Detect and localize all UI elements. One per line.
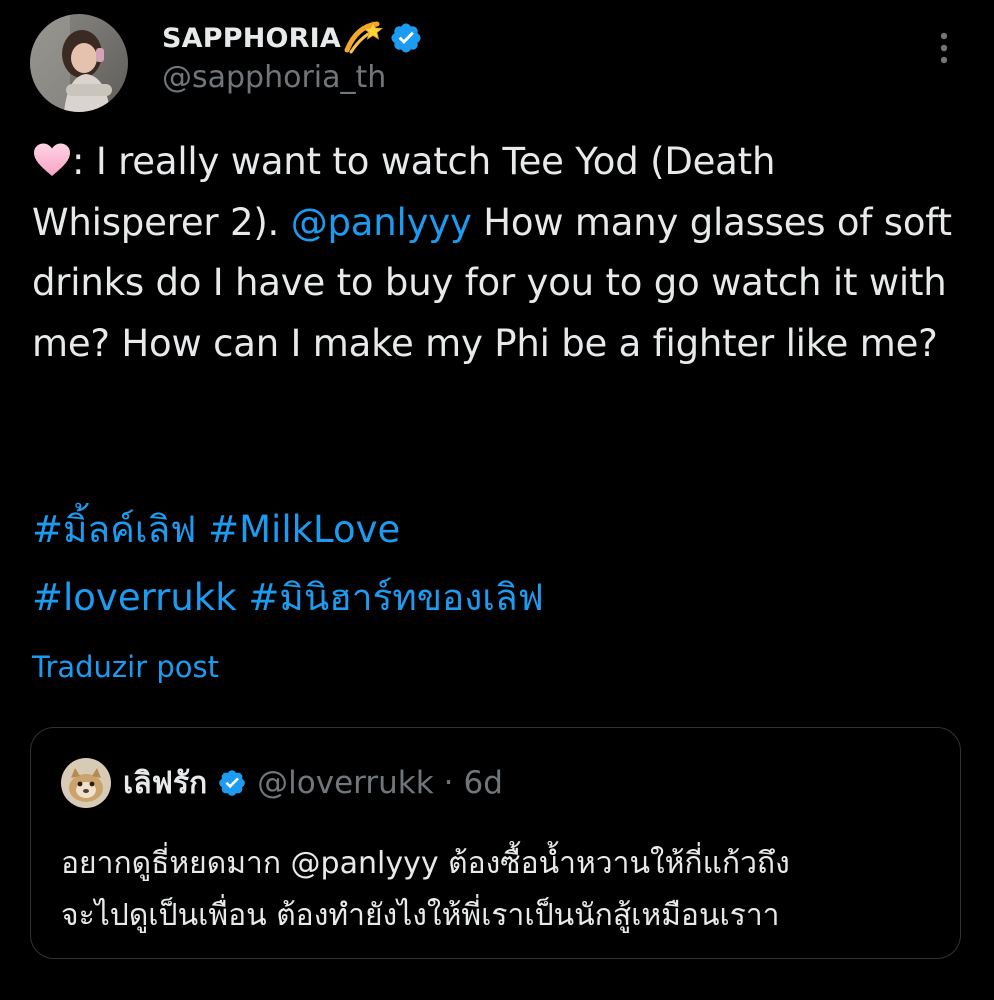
more-options-icon [940,32,948,64]
author-avatar[interactable] [30,14,128,112]
hashtag-link[interactable]: #มินิฮาร์ทของเลิฟ [248,576,543,619]
quoted-author-avatar[interactable] [61,758,111,808]
quoted-tweet-header: เลิฟรัก @loverrukk · 6d [61,756,503,810]
quoted-timestamp[interactable]: 6d [464,765,503,801]
mention-link[interactable]: @panlyyy [291,201,472,244]
quoted-tweet-text: อยากดูธี่หยดมาก @panlyyy ต้องซื้อน้ำหวาน… [61,838,941,942]
dizzy-emoji-icon [343,20,384,56]
quoted-tweet-card[interactable]: เลิฟรัก @loverrukk · 6d อยากดูธี่หยดมาก … [30,727,961,959]
hashtag-link[interactable]: #loverrukk [32,576,237,619]
author-handle[interactable]: @sapphoria_th [162,60,386,95]
hashtag-link[interactable]: #มิ้ลค์เลิฟ [32,508,196,551]
translate-post-link[interactable]: Traduzir post [32,650,219,684]
separator-dot: · [443,765,454,801]
quoted-handle[interactable]: @loverrukk [257,765,434,801]
author-display-name[interactable]: SAPPHORIA [162,23,341,54]
hashtag-line-2: #loverrukk #มินิฮาร์ทของเลิฟ [32,564,972,632]
hashtags: #มิ้ลค์เลิฟ #MilkLove #loverrukk #มินิฮา… [32,496,972,632]
quoted-text-line-1: อยากดูธี่หยดมาก @panlyyy ต้องซื้อน้ำหวาน… [61,846,790,881]
quoted-display-name[interactable]: เลิฟรัก [123,760,207,807]
hashtag-link[interactable]: #MilkLove [208,508,400,551]
pink-heart-icon [32,136,72,176]
author-name-row: SAPPHORIA [162,18,423,58]
hashtag-line-1: #มิ้ลค์เลิฟ #MilkLove [32,496,972,564]
more-options-button[interactable] [922,26,966,70]
verified-badge-icon[interactable] [389,21,423,55]
quoted-text-line-2: จะไปดูเป็นเพื่อน ต้องทำยังไงให้พี่เราเป็… [61,898,780,933]
tweet-text: : I really want to watch Tee Yod (Death … [32,132,972,374]
verified-badge-icon[interactable] [217,768,247,798]
